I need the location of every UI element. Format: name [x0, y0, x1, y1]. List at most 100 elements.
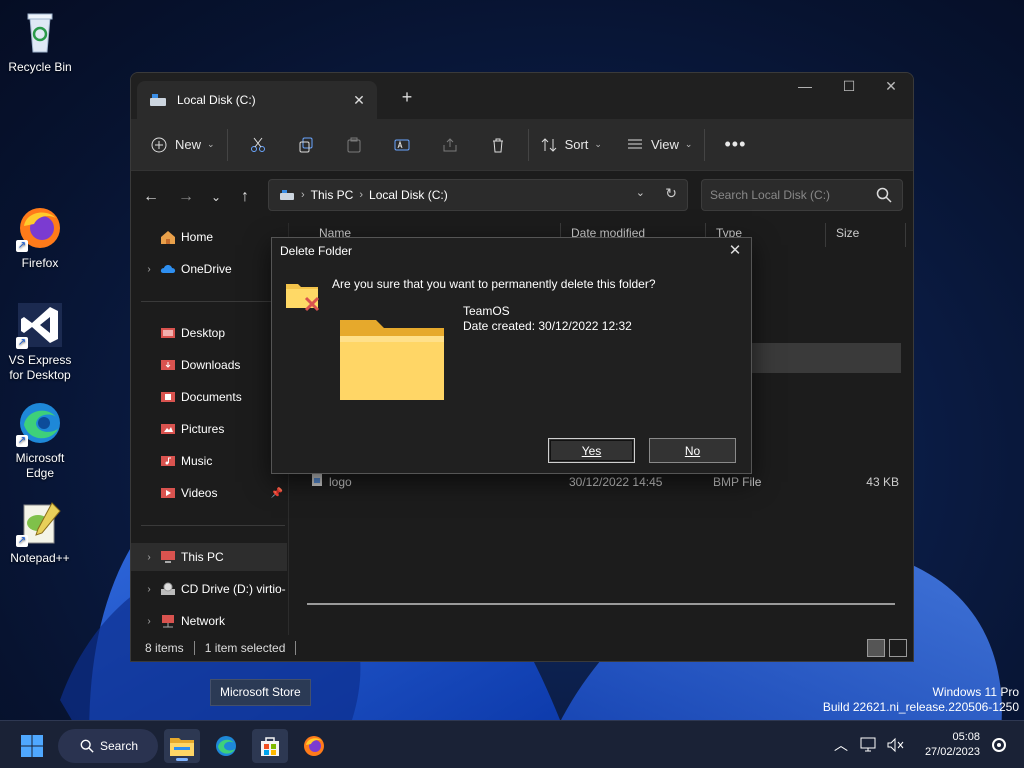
chevron-right-icon[interactable]: › [139, 616, 159, 627]
close-window-button[interactable]: ✕ [869, 73, 913, 105]
new-tab-button[interactable]: + [393, 83, 421, 111]
share-button[interactable] [426, 127, 474, 163]
sidebar-item-cd-drive[interactable]: › CD Drive (D:) virtio- [131, 575, 287, 603]
taskbar-search-button[interactable]: Search [58, 729, 158, 763]
breadcrumb-local-disk[interactable]: Local Disk (C:) [369, 188, 448, 202]
new-button[interactable]: New ⌄ [145, 127, 221, 163]
shortcut-arrow-icon: ↗ [16, 435, 28, 447]
sidebar-item-pictures[interactable]: Pictures [131, 415, 287, 443]
chevron-up-icon: ︿ [834, 737, 848, 753]
cd-drive-icon [161, 582, 175, 595]
search-input[interactable] [710, 188, 870, 202]
sidebar-item-label: OneDrive [181, 262, 232, 276]
taskbar-firefox[interactable] [296, 729, 332, 763]
search-icon [876, 187, 892, 203]
view-toggles [867, 639, 907, 657]
up-button[interactable]: ↑ [231, 185, 259, 209]
separator [527, 128, 529, 161]
share-icon [443, 137, 457, 151]
sidebar-item-label: Documents [181, 390, 242, 404]
pin-icon[interactable]: 📌 [271, 488, 283, 499]
cut-button[interactable] [234, 127, 282, 163]
copy-icon [299, 137, 313, 152]
show-hidden-icons-button[interactable]: ︿ [830, 721, 852, 768]
view-button[interactable]: View ⌄ [621, 127, 699, 163]
recent-locations-button[interactable]: ⌄ [202, 185, 230, 209]
title-bar: Local Disk (C:) ✕ + — ☐ ✕ [131, 73, 913, 119]
sidebar-item-videos[interactable]: Videos 📌 [131, 479, 287, 507]
maximize-button[interactable]: ☐ [827, 73, 871, 105]
sidebar-item-music[interactable]: Music [131, 447, 287, 475]
horizontal-scrollbar[interactable] [307, 603, 895, 605]
volume-tray-icon[interactable] [884, 721, 906, 768]
plus-circle-icon [151, 137, 167, 152]
notepadpp-icon: ↗ [16, 499, 64, 547]
address-box[interactable]: › This PC › Local Disk (C:) ⌄ ↻ [268, 179, 688, 211]
dialog-title: Delete Folder [280, 244, 353, 258]
sort-label: Sort [564, 137, 589, 152]
sort-button[interactable]: Sort ⌄ [535, 127, 608, 163]
sidebar-item-downloads[interactable]: Downloads [131, 351, 287, 379]
watermark-build: Build 22621.ni_release.220506-1250 [822, 700, 1019, 714]
videos-folder-icon [161, 488, 175, 498]
chevron-down-icon: ⌄ [684, 139, 693, 149]
desktop-icon-firefox[interactable]: ↗ Firefox [0, 204, 80, 271]
music-folder-icon [161, 456, 175, 466]
refresh-icon[interactable]: ↻ [665, 185, 677, 202]
more-options-button[interactable]: ••• [711, 127, 759, 163]
folder-icon [338, 316, 448, 407]
sidebar-item-home[interactable]: Home [131, 223, 287, 251]
yes-button[interactable]: Yes [548, 438, 635, 463]
file-date: 30/12/2022 14:45 [569, 475, 663, 489]
sidebar-item-this-pc[interactable]: › This PC [131, 543, 287, 571]
folder-date-created: Date created: 30/12/2022 12:32 [463, 319, 632, 333]
system-clock[interactable]: 05:08 27/02/2023 [925, 730, 980, 760]
desktop-icon-vs-express[interactable]: ↗ VS Express for Desktop [0, 301, 80, 383]
breadcrumb-separator-icon: › [301, 189, 305, 201]
sidebar-item-label: Network [181, 614, 226, 628]
sidebar-item-label: CD Drive (D:) virtio- [181, 582, 286, 596]
no-button[interactable]: No [649, 438, 736, 463]
tiles-view-icon[interactable] [889, 639, 907, 657]
minimize-button[interactable]: — [783, 73, 827, 105]
taskbar-edge[interactable] [208, 729, 244, 763]
tab-close-icon[interactable]: ✕ [347, 88, 371, 112]
windows-logo-icon [21, 735, 43, 757]
back-button[interactable]: ← [137, 185, 165, 209]
forward-button[interactable]: → [172, 185, 200, 209]
paste-icon [347, 137, 361, 152]
file-name: logo [329, 475, 352, 489]
column-header-size[interactable]: Size [826, 223, 906, 247]
close-icon[interactable]: ✕ [725, 242, 745, 262]
drive-icon [280, 190, 294, 200]
network-tray-icon[interactable] [858, 721, 880, 768]
search-box[interactable] [701, 179, 903, 211]
address-dropdown-icon[interactable]: ⌄ [636, 186, 645, 199]
divider [141, 301, 285, 302]
notifications-button[interactable] [988, 721, 1010, 768]
delete-button[interactable] [474, 127, 522, 163]
chevron-right-icon[interactable]: › [139, 552, 159, 563]
sidebar-item-onedrive[interactable]: › OneDrive [131, 255, 287, 283]
sidebar-item-documents[interactable]: Documents [131, 383, 287, 411]
rename-button[interactable] [378, 127, 426, 163]
paste-button[interactable] [330, 127, 378, 163]
sidebar-item-network[interactable]: › Network [131, 607, 287, 635]
copy-button[interactable] [282, 127, 330, 163]
volume-muted-icon [887, 737, 904, 753]
taskbar-microsoft-store[interactable] [252, 729, 288, 763]
tab-local-disk[interactable]: Local Disk (C:) ✕ [137, 81, 377, 119]
desktop-icon-notepadpp[interactable]: ↗ Notepad++ [0, 499, 80, 566]
sidebar-item-desktop[interactable]: Desktop [131, 319, 287, 347]
chevron-right-icon[interactable]: › [139, 264, 159, 275]
desktop-icon-recycle-bin[interactable]: Recycle Bin [0, 8, 80, 75]
details-view-icon[interactable] [867, 639, 885, 657]
taskbar-file-explorer[interactable] [164, 729, 200, 763]
breadcrumb-this-pc[interactable]: This PC [311, 188, 354, 202]
start-button[interactable] [14, 729, 50, 763]
tab-title: Local Disk (C:) [177, 93, 256, 107]
edge-icon [216, 736, 236, 756]
chevron-right-icon[interactable]: › [139, 584, 159, 595]
rename-icon [394, 139, 410, 150]
desktop-icon-edge[interactable]: ↗ Microsoft Edge [0, 399, 80, 481]
